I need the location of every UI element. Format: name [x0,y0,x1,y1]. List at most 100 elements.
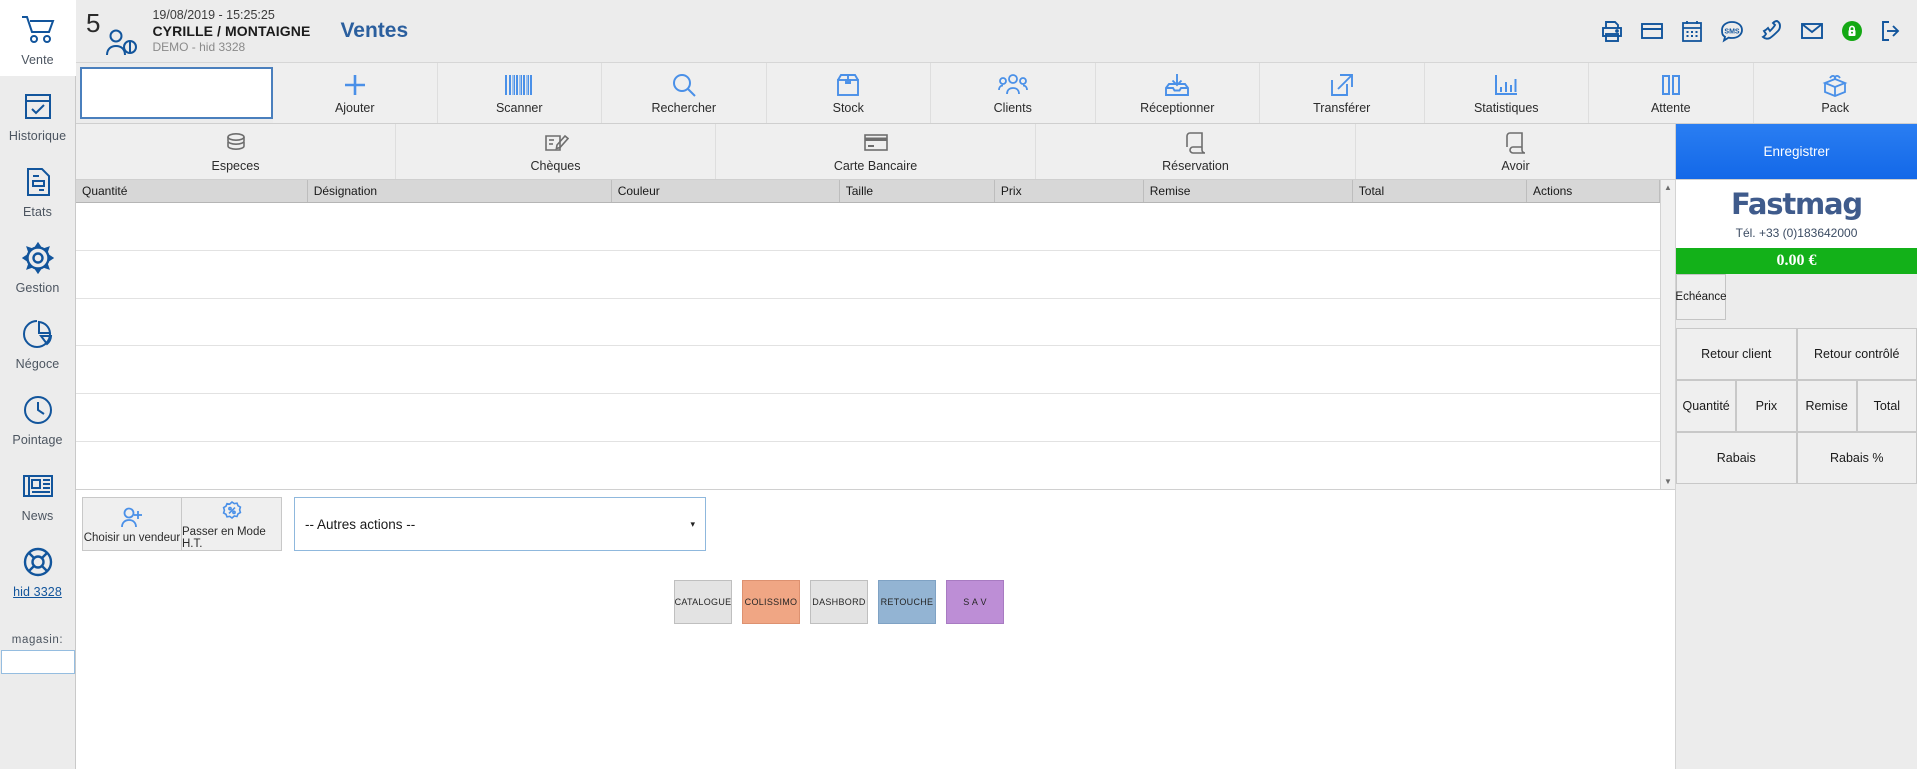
table-row[interactable] [76,203,1660,251]
payment-cheques[interactable]: Chèques [396,124,716,179]
tool-ajouter[interactable]: Ajouter [273,63,438,123]
scroll-up-icon[interactable]: ▲ [1661,180,1675,195]
printer-icon[interactable] [1599,18,1625,44]
choose-seller-button[interactable]: Choisir un vendeur [82,497,182,551]
column-header-taille[interactable]: Taille [839,180,994,203]
table-row[interactable] [76,298,1660,346]
column-header-remise[interactable]: Remise [1143,180,1352,203]
middle-section: Quantité Désignation Couleur Taille Prix… [76,180,1917,769]
payment-label: Chèques [530,159,580,173]
sidebar-item-label: Historique [9,129,66,143]
echeance-button[interactable]: Echéance [1676,274,1726,320]
envelope-icon[interactable] [1799,18,1825,44]
tool-attente[interactable]: Attente [1589,63,1754,123]
payment-label: Especes [212,159,260,173]
table-row[interactable] [76,394,1660,442]
sidebar-item-vente[interactable]: Vente [0,0,76,76]
table-header-row: Quantité Désignation Couleur Taille Prix… [76,180,1660,203]
sidebar-item-negoce[interactable]: Négoce [0,304,76,380]
right-panel: Fastmag Tél. +33 (0)183642000 0.00 € Ech… [1675,180,1917,769]
tool-receptionner[interactable]: Réceptionner [1096,63,1261,123]
rabais-button[interactable]: Rabais [1676,432,1797,484]
logout-icon[interactable] [1879,18,1905,44]
sms-icon[interactable]: SMS [1719,18,1745,44]
tool-rechercher[interactable]: Rechercher [602,63,767,123]
sidebar-item-label: hid 3328 [13,585,62,599]
barcode-icon [504,71,534,99]
scroll-down-icon[interactable]: ▼ [1661,474,1675,489]
sidebar-item-label: Négoce [16,357,60,371]
column-header-actions: Actions [1526,180,1659,203]
fastmag-logo: Fastmag [1676,190,1917,219]
remise-button[interactable]: Remise [1797,380,1857,432]
calendar-icon[interactable] [1679,18,1705,44]
retour-client-button[interactable]: Retour client [1676,328,1797,380]
table-row[interactable] [76,346,1660,394]
tool-transferer[interactable]: Transférer [1260,63,1425,123]
window-icon[interactable] [1639,18,1665,44]
table-row[interactable] [76,441,1660,489]
payment-especes[interactable]: Especes [76,124,396,179]
payment-label: Carte Bancaire [834,159,917,173]
clock-icon [19,391,57,429]
payment-toolbar-row: Especes Chèques [76,124,1917,180]
cheque-icon [543,130,569,156]
retour-controle-button[interactable]: Retour contrôlé [1797,328,1917,380]
quantite-button[interactable]: Quantité [1676,380,1736,432]
sidebar-item-pointage[interactable]: Pointage [0,380,76,456]
column-header-designation[interactable]: Désignation [307,180,611,203]
tool-label: Réceptionner [1140,101,1214,115]
tool-statistiques[interactable]: Statistiques [1425,63,1590,123]
table-row[interactable] [76,250,1660,298]
scan-input[interactable] [80,67,273,119]
shortcut-tiles: CATALOGUE COLISSIMO DASHBORD RETOUCHE S … [76,552,1675,624]
lifebuoy-icon [19,543,57,581]
save-button[interactable]: Enregistrer [1675,124,1917,179]
sidebar-item-news[interactable]: News [0,456,76,532]
user-plus-icon [120,505,144,531]
sidebar-item-etats[interactable]: Etats [0,152,76,228]
tool-label: Rechercher [651,101,716,115]
content-area: 5 19/08/2019 - 15:25:25 CYRILLE / MONTAI… [76,0,1917,769]
chevron-down-icon: ▾ [690,519,695,530]
total-button[interactable]: Total [1857,380,1917,432]
sidebar-item-label: News [22,509,54,523]
tile-dashbord[interactable]: DASHBORD [810,580,868,624]
tool-clients[interactable]: Clients [931,63,1096,123]
column-header-couleur[interactable]: Couleur [611,180,839,203]
phone-icon[interactable] [1759,18,1785,44]
tile-catalogue[interactable]: CATALOGUE [674,580,732,624]
lock-icon[interactable] [1839,18,1865,44]
magasin-input[interactable] [1,650,75,674]
receipt-icon [1184,130,1208,156]
rabais-percent-button[interactable]: Rabais % [1797,432,1917,484]
inbox-download-icon [1163,71,1191,99]
payment-avoir[interactable]: Avoir [1356,124,1675,179]
page-title: Ventes [340,19,408,43]
support-phone: Tél. +33 (0)183642000 [1676,226,1917,240]
tile-sav[interactable]: S A V [946,580,1004,624]
sidebar-item-historique[interactable]: Historique [0,76,76,152]
main-toolbar: Ajouter Scanner [76,62,1917,124]
payment-carte-bancaire[interactable]: Carte Bancaire [716,124,1036,179]
pie-chart-icon [19,315,57,353]
ht-mode-label: Passer en Mode H.T. [182,526,281,550]
sidebar-item-support[interactable]: hid 3328 [0,532,76,608]
column-header-total[interactable]: Total [1352,180,1526,203]
column-header-quantite[interactable]: Quantité [76,180,307,203]
ht-mode-button[interactable]: Passer en Mode H.T. [182,497,282,551]
autres-actions-select[interactable]: -- Autres actions -- ▾ [294,497,706,551]
tool-scanner[interactable]: Scanner [438,63,603,123]
tool-label: Attente [1651,101,1691,115]
column-header-prix[interactable]: Prix [994,180,1143,203]
cart-icon [19,11,57,49]
table-scrollbar[interactable]: ▲ ▼ [1660,180,1675,489]
payment-reservation[interactable]: Réservation [1036,124,1356,179]
tool-stock[interactable]: Stock [767,63,932,123]
tile-retouche[interactable]: RETOUCHE [878,580,936,624]
tool-pack[interactable]: Pack [1754,63,1917,123]
prix-button[interactable]: Prix [1736,380,1796,432]
tile-colissimo[interactable]: COLISSIMO [742,580,800,624]
tool-label: Statistiques [1474,101,1539,115]
sidebar-item-gestion[interactable]: Gestion [0,228,76,304]
